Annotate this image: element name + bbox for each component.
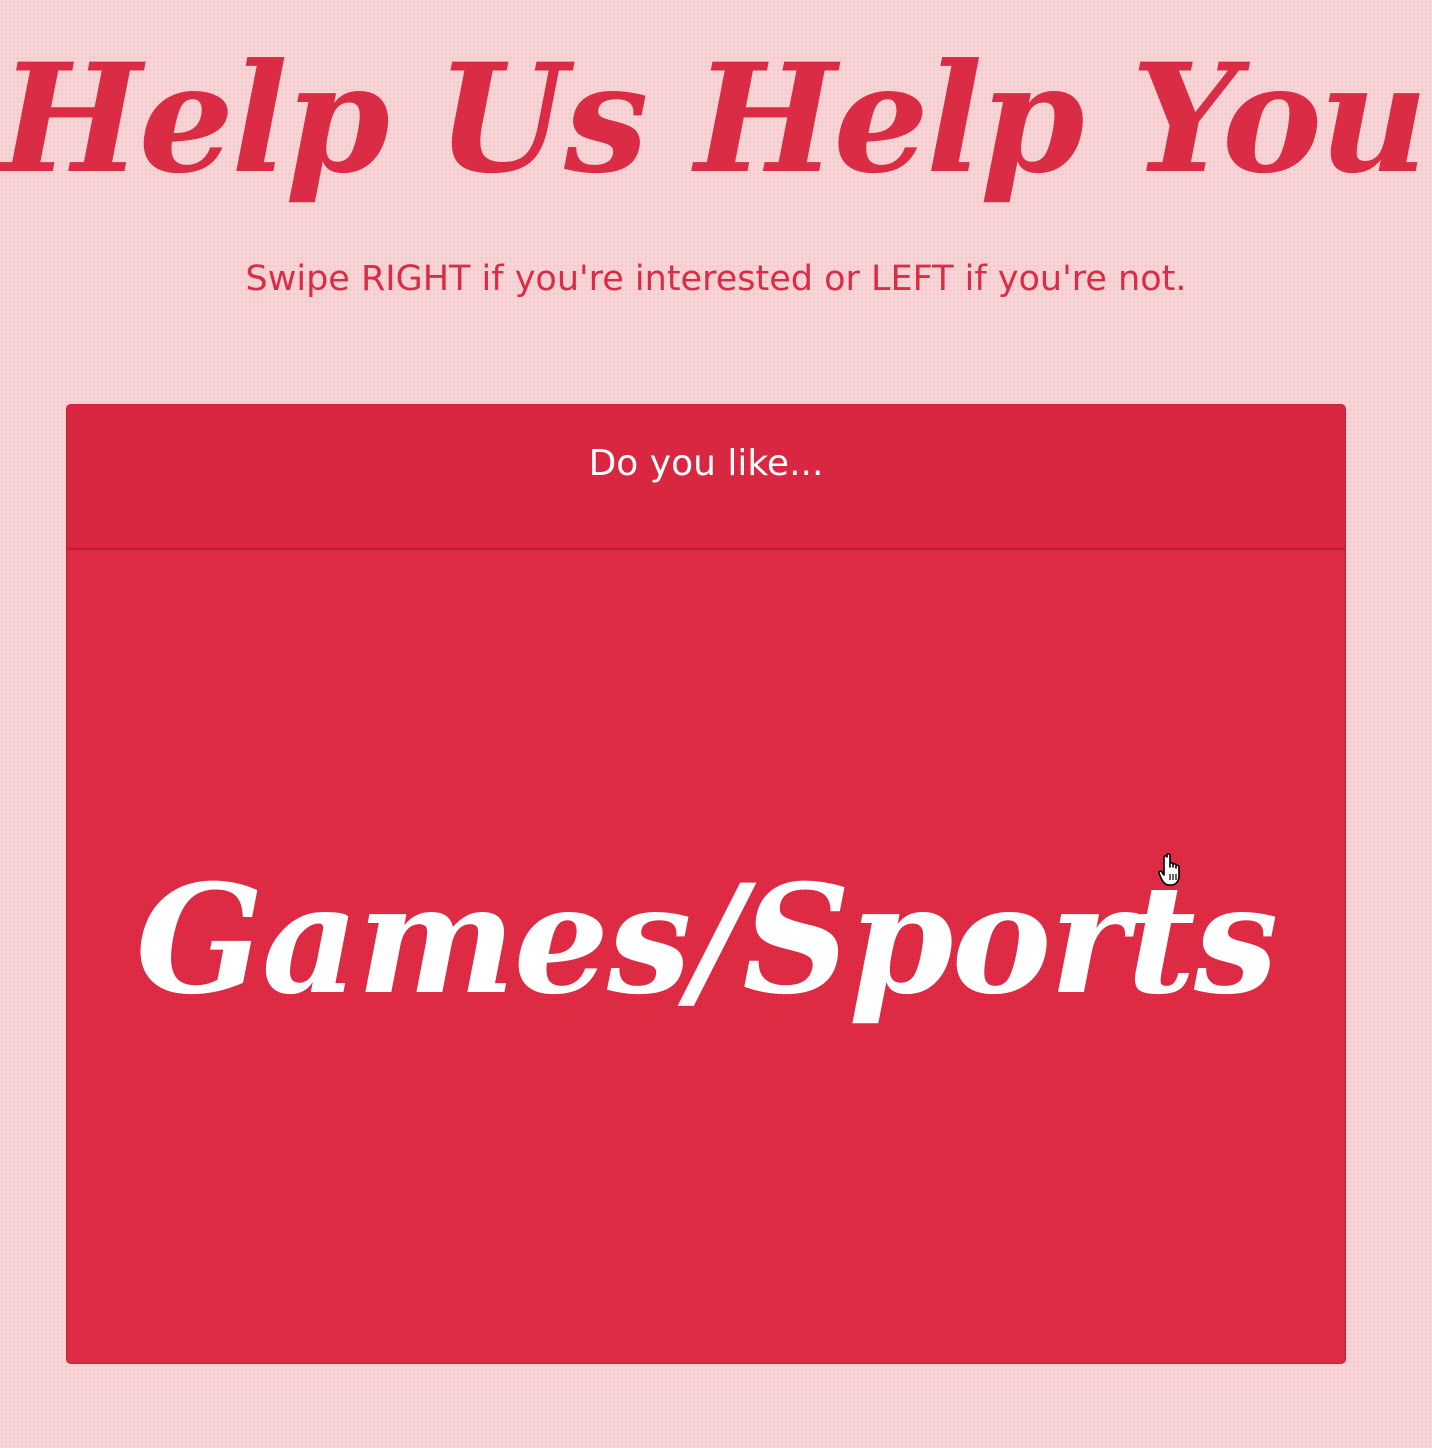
instructions-subtitle: Swipe RIGHT if you're interested or LEFT…: [245, 259, 1187, 299]
card-question: Do you like...: [588, 443, 824, 484]
card-header: Do you like...: [67, 405, 1345, 550]
page-title: Help Us Help You!: [0, 31, 1432, 207]
card-topic: Games/Sports: [135, 852, 1279, 1028]
hand-pointer-icon: [1158, 853, 1180, 886]
card-body: Games/Sports: [67, 550, 1345, 1363]
swipe-card[interactable]: Do you like... Games/Sports: [66, 404, 1346, 1364]
